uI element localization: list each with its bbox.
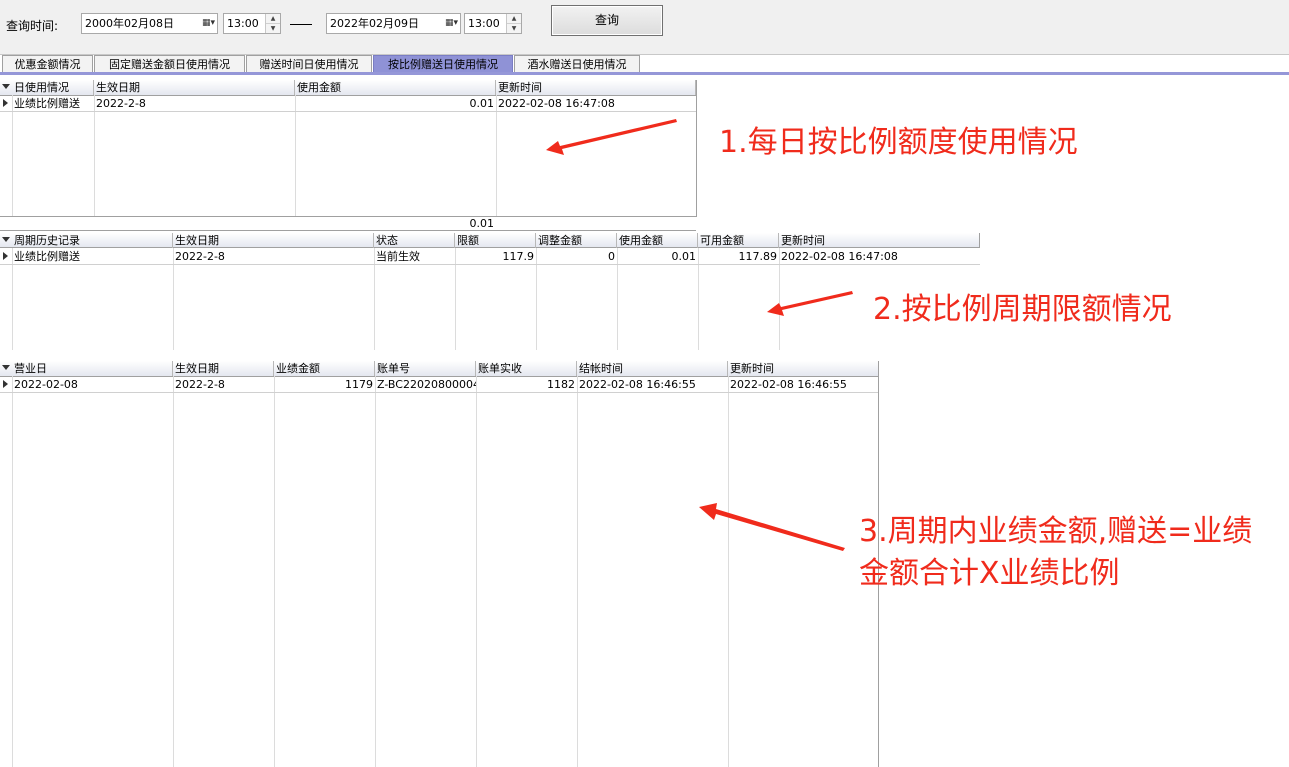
annotation-note-3-line-1: 3.周期内业绩金额,赠送=业绩 xyxy=(859,514,1253,549)
annotation-note-1: 1.每日按比例额度使用情况 xyxy=(719,125,1078,160)
arrow-3 xyxy=(699,503,845,551)
arrow-1 xyxy=(546,119,677,155)
arrow-2 xyxy=(767,291,853,316)
annotation-arrows xyxy=(546,119,853,551)
annotation-note-2: 2.按比例周期限额情况 xyxy=(873,292,1172,327)
annotation-note-3-line-2: 金额合计X业绩比例 xyxy=(859,556,1120,591)
